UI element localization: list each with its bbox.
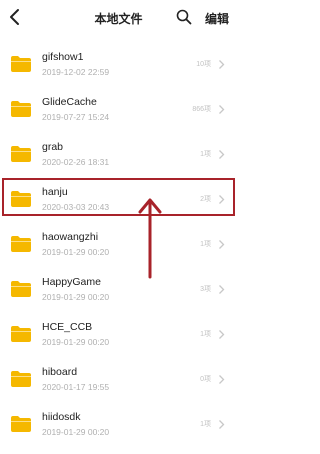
list-item[interactable]: GlideCache 2019-07-27 15:24 866项 <box>0 89 237 131</box>
list-item[interactable]: hiidosdk 2019-01-29 00:20 1项 <box>0 404 237 446</box>
list-item[interactable]: grab 2020-02-26 18:31 1项 <box>0 134 237 176</box>
chevron-right-icon <box>219 375 225 384</box>
folder-name: hiidosdk <box>42 411 81 423</box>
folder-name: hiboard <box>42 366 78 378</box>
item-count: 1项 <box>200 331 211 338</box>
folder-date: 2019-01-29 00:20 <box>42 247 110 257</box>
folder-name: grab <box>42 141 64 153</box>
list-item[interactable]: hiboard 2020-01-17 19:55 0项 <box>0 359 237 401</box>
folder-icon <box>11 326 31 342</box>
edit-button[interactable]: 编辑 <box>205 10 229 27</box>
top-bar: 本地文件 编辑 <box>0 0 237 36</box>
folder-date: 2019-07-27 15:24 <box>42 112 110 122</box>
folder-name: HappyGame <box>42 276 101 288</box>
folder-name: HCE_CCB <box>42 321 93 333</box>
folder-icon <box>11 56 31 72</box>
list-item[interactable]: haowangzhi 2019-01-29 00:20 1项 <box>0 224 237 266</box>
item-count: 3项 <box>200 286 211 293</box>
item-count: 10项 <box>196 61 211 68</box>
chevron-right-icon <box>219 330 225 339</box>
folder-date: 2019-01-29 00:20 <box>42 337 110 347</box>
item-count: 0项 <box>200 376 211 383</box>
search-icon[interactable] <box>176 9 192 25</box>
folder-date: 2020-02-26 18:31 <box>42 157 110 167</box>
folder-date: 2020-01-17 19:55 <box>42 382 110 392</box>
folder-icon <box>11 146 31 162</box>
list-item[interactable]: HCE_CCB 2019-01-29 00:20 1项 <box>0 314 237 356</box>
folder-icon <box>11 281 31 297</box>
folder-date: 2019-01-29 00:20 <box>42 292 110 302</box>
folder-date: 2019-01-29 00:20 <box>42 427 110 437</box>
chevron-right-icon <box>219 420 225 429</box>
folder-icon <box>11 101 31 117</box>
list-item[interactable]: HappyGame 2019-01-29 00:20 3项 <box>0 269 237 311</box>
list-item[interactable]: gifshow1 2019-12-02 22:59 10项 <box>0 44 237 86</box>
page-title: 本地文件 <box>94 12 143 26</box>
folder-icon <box>11 416 31 432</box>
folder-icon <box>11 371 31 387</box>
chevron-right-icon <box>219 240 225 249</box>
folder-name: haowangzhi <box>42 231 99 243</box>
item-count: 866项 <box>192 106 211 113</box>
chevron-right-icon <box>219 150 225 159</box>
item-count: 1项 <box>200 421 211 428</box>
chevron-right-icon <box>219 60 225 69</box>
chevron-right-icon <box>219 285 225 294</box>
item-count: 1项 <box>200 241 211 248</box>
folder-date: 2019-12-02 22:59 <box>42 67 110 77</box>
item-count: 1项 <box>200 151 211 158</box>
folder-icon <box>11 236 31 252</box>
highlight-box <box>2 178 235 216</box>
chevron-right-icon <box>219 105 225 114</box>
folder-name: gifshow1 <box>42 51 84 63</box>
pointer-arrow-icon <box>138 198 162 279</box>
folder-name: GlideCache <box>42 96 97 108</box>
